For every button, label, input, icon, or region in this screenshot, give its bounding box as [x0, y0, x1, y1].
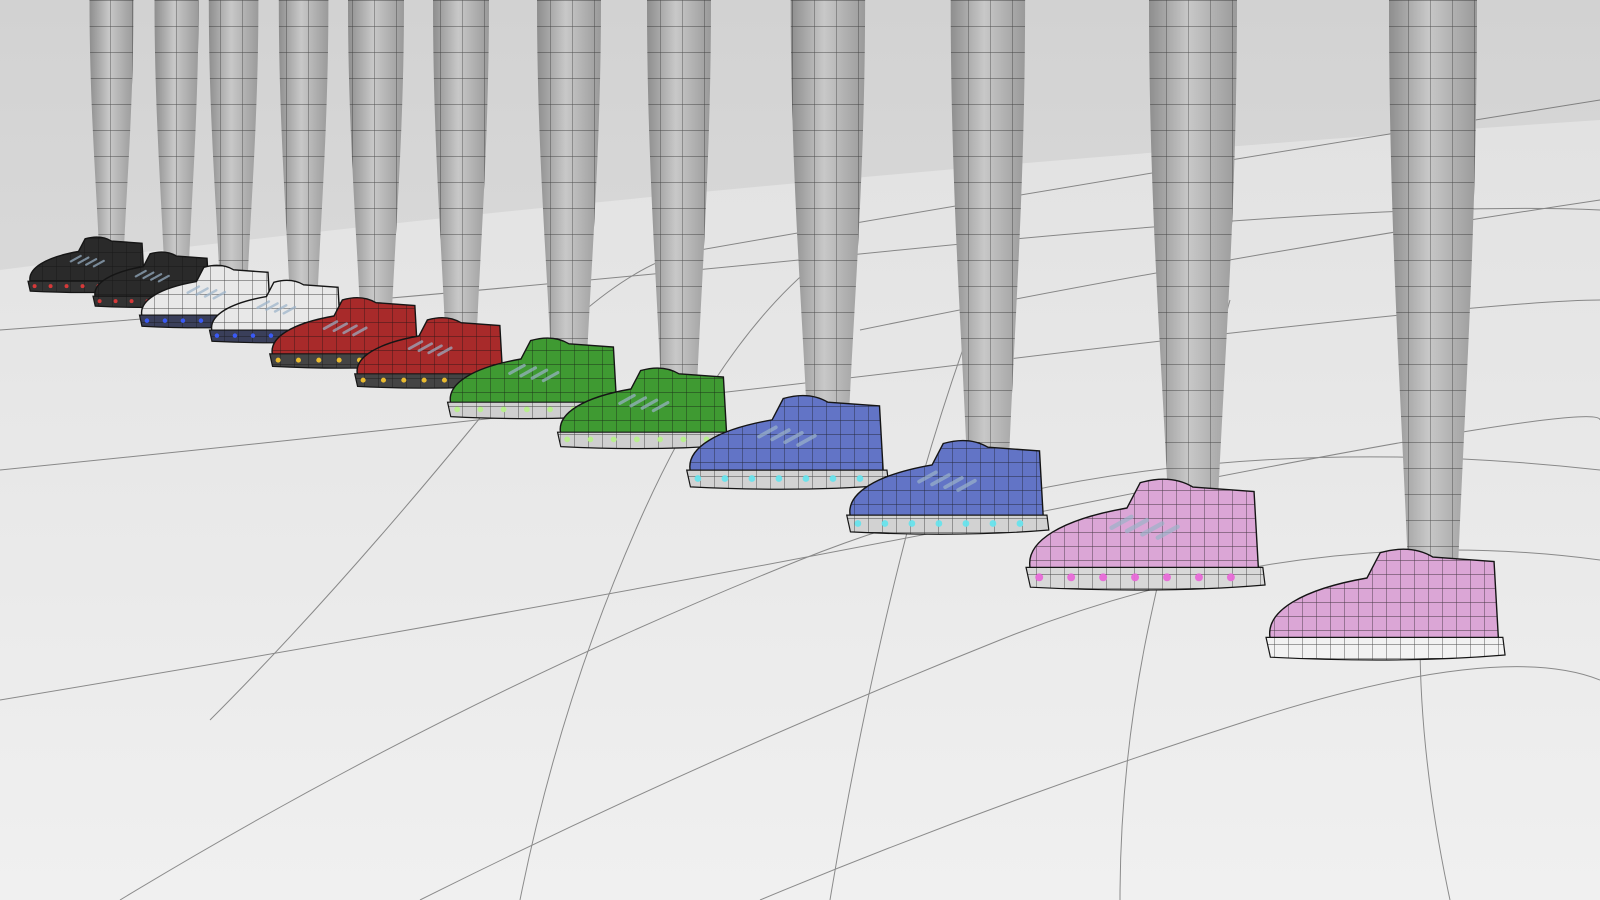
sneaker-back-green-led-light	[547, 406, 553, 413]
sneaker-back-black-led-light	[64, 284, 69, 289]
sneaker-back-pink-led-light	[1035, 573, 1044, 582]
sneaker-back-pink-led-light	[1131, 573, 1140, 582]
sneaker-front-blue-led-light	[962, 520, 970, 527]
sneaker-render-scene	[0, 0, 1600, 900]
sneaker-front-red-led-light	[360, 377, 366, 383]
sneaker-front-blue-led-light	[1016, 520, 1024, 527]
sneaker-back-white-led-light	[144, 318, 150, 323]
sneaker-front-blue-led-light	[935, 520, 943, 527]
sneaker-back-red-led-light	[295, 357, 301, 363]
sneaker-front-green-led-light	[657, 436, 663, 443]
sneaker-front-white-led-light	[232, 333, 238, 338]
sneaker-back-pink-led-light	[1194, 573, 1203, 582]
sneaker-back-black-led-light	[32, 284, 37, 289]
sneaker-front-pink-sole-wireframe	[1266, 637, 1506, 661]
sneaker-back-red-led-light	[316, 357, 322, 363]
sneaker-front-red-led-light	[441, 377, 447, 383]
sneaker-front-black-led-light	[113, 299, 118, 304]
sneaker-back-blue-led-light	[856, 475, 864, 482]
sneaker-back-red-led-light	[336, 357, 342, 363]
sneaker-back-blue-led-light	[829, 475, 837, 482]
sneaker-front-blue-led-light	[854, 520, 862, 527]
sneaker-back-pink-led-light	[1067, 573, 1076, 582]
sneaker-back-pink-led-light	[1099, 573, 1108, 582]
sneaker-front-red-led-light	[421, 377, 427, 383]
sneaker-front-green-led-light	[587, 436, 594, 443]
sneaker-back-blue-led-light	[775, 475, 783, 482]
sneaker-back-green-led-light	[523, 406, 530, 413]
sneaker-back-red-led-light	[275, 357, 281, 363]
sneaker-front-green-led-light	[610, 436, 617, 443]
sneaker-front-red-led-light	[401, 377, 407, 383]
sneaker-back-green-led-light	[454, 406, 461, 413]
sneaker-front-white-led-light	[250, 333, 256, 338]
sneaker-back-white-led-light	[198, 318, 204, 323]
sneaker-back-blue-led-light	[694, 475, 702, 482]
sneaker-back-green-led-light	[477, 406, 484, 413]
sneaker-front-black-led-light	[97, 299, 102, 304]
sneaker-back-pink-led-light	[1163, 573, 1171, 582]
sneaker-front-blue-led-light	[908, 520, 916, 527]
sneaker-front-green-led-light	[564, 436, 571, 443]
sneaker-front-red-led-light	[380, 377, 386, 383]
sneaker-back-black-led-light	[80, 284, 85, 289]
sneaker-back-white-led-light	[162, 318, 168, 323]
sneaker-back-blue-led-light	[748, 475, 756, 482]
sneaker-front-black-led-light	[129, 299, 134, 304]
sneaker-front-white-led-light	[268, 333, 274, 338]
sneaker-back-blue-led-light	[802, 475, 810, 482]
sneaker-front-green-led-light	[680, 436, 687, 443]
sneaker-back-blue-led-light	[721, 475, 729, 482]
sneaker-front-green-led-light	[633, 436, 640, 443]
sneaker-back-black-led-light	[48, 284, 53, 289]
sneaker-back-white-led-light	[180, 318, 186, 323]
sneaker-back-green-led-light	[500, 406, 507, 413]
sneaker-front-white-led-light	[214, 333, 220, 338]
sneaker-front-blue-led-light	[881, 520, 889, 527]
sneaker-front-blue-led-light	[989, 520, 997, 527]
sneaker-back-pink-led-light	[1226, 573, 1235, 582]
